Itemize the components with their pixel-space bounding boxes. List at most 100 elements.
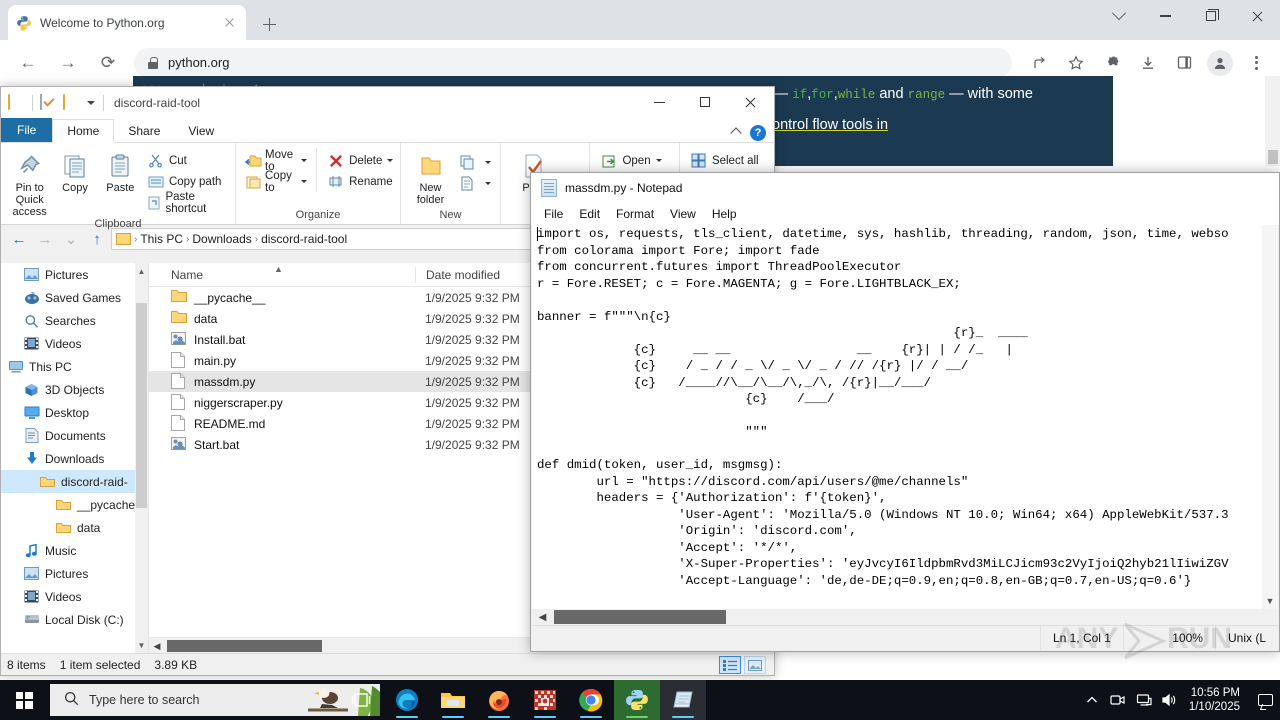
- copy-to-button[interactable]: Copy to: [242, 170, 310, 194]
- new-item-button[interactable]: [454, 152, 494, 173]
- profile-icon[interactable]: [1205, 48, 1235, 78]
- new-folder-button[interactable]: New folder: [407, 148, 454, 206]
- share-icon[interactable]: [1025, 48, 1055, 78]
- notepad-vertical-scrollbar[interactable]: ▼: [1262, 225, 1278, 609]
- nav-item-3d-objects[interactable]: 3D Objects: [1, 378, 148, 401]
- delete-button[interactable]: Delete: [323, 150, 396, 171]
- maximize-icon[interactable]: [1188, 0, 1234, 32]
- nav-item-music[interactable]: Music: [1, 539, 148, 562]
- column-header-name[interactable]: Name ▲: [149, 264, 415, 282]
- nav-item-videos[interactable]: Videos: [1, 585, 148, 608]
- minimize-icon[interactable]: [1142, 0, 1188, 32]
- breadcrumb-current-folder[interactable]: discord-raid-tool: [261, 232, 347, 246]
- python-icon[interactable]: [614, 680, 660, 720]
- tab-close-icon[interactable]: [222, 15, 238, 31]
- nav-item-downloads[interactable]: Downloads: [1, 447, 148, 470]
- firefox-icon[interactable]: [476, 680, 522, 720]
- chrome-icon[interactable]: [568, 680, 614, 720]
- customize-arrow-icon[interactable]: [87, 101, 95, 105]
- nav-item-local-disk-c[interactable]: Local Disk (C:): [1, 608, 148, 631]
- chevron-down-icon[interactable]: [301, 159, 308, 162]
- close-icon[interactable]: [728, 87, 774, 117]
- maximize-icon[interactable]: [682, 87, 728, 117]
- notepad-text-area[interactable]: import os, requests, tls_client, datetim…: [532, 225, 1278, 609]
- breadcrumb-this-pc[interactable]: This PC: [140, 232, 183, 246]
- menu-kebab-icon[interactable]: [1241, 48, 1271, 78]
- address-bar[interactable]: python.org: [134, 47, 1012, 78]
- large-icons-view-icon[interactable]: [744, 656, 766, 674]
- collapse-ribbon-icon[interactable]: [730, 127, 742, 139]
- download-icon[interactable]: [1133, 48, 1163, 78]
- pin-to-quick-access-button[interactable]: Pin to Quick access: [7, 148, 52, 218]
- chevron-down-icon[interactable]: [485, 161, 491, 164]
- forward-icon[interactable]: →: [50, 45, 86, 81]
- menu-help[interactable]: Help: [705, 205, 744, 223]
- menu-view[interactable]: View: [663, 205, 703, 223]
- network-icon[interactable]: [1131, 680, 1157, 720]
- taskbar-clock[interactable]: 10:56 PM 1/10/2025: [1183, 686, 1250, 714]
- nav-item-pictures[interactable]: Pictures: [1, 562, 148, 585]
- file-explorer-icon[interactable]: [430, 680, 476, 720]
- chevron-down-icon[interactable]: [301, 180, 308, 183]
- scroll-left-icon[interactable]: ◀: [534, 609, 551, 625]
- tab-file[interactable]: File: [1, 118, 53, 142]
- taskbar-search-input[interactable]: Type here to search: [50, 684, 380, 716]
- paste-button[interactable]: Paste: [98, 148, 143, 194]
- nav-item-searches[interactable]: Searches: [1, 309, 148, 332]
- nav-item-desktop[interactable]: Desktop: [1, 401, 148, 424]
- details-view-icon[interactable]: [719, 656, 741, 674]
- chevron-down-icon[interactable]: [387, 159, 394, 162]
- menu-edit[interactable]: Edit: [572, 205, 607, 223]
- task-view-icon[interactable]: [338, 680, 384, 720]
- sidepanel-icon[interactable]: [1169, 48, 1199, 78]
- scroll-thumb[interactable]: [167, 640, 322, 652]
- back-icon[interactable]: ←: [10, 45, 46, 81]
- page-scrollbar[interactable]: [1265, 76, 1280, 166]
- menu-file[interactable]: File: [537, 205, 570, 223]
- notepad-titlebar[interactable]: massdm.py - Notepad: [531, 173, 1279, 203]
- tab-view[interactable]: View: [174, 120, 228, 142]
- windows-start-icon[interactable]: [0, 680, 48, 720]
- nav-item-data[interactable]: data: [1, 516, 148, 539]
- new-folder-icon[interactable]: [63, 93, 80, 112]
- explorer-titlebar[interactable]: discord-raid-tool: [1, 87, 774, 119]
- star-icon[interactable]: [1061, 48, 1091, 78]
- help-icon[interactable]: ?: [750, 125, 766, 141]
- browser-tab[interactable]: Welcome to Python.org: [8, 5, 246, 40]
- copy-button[interactable]: Copy: [52, 148, 97, 194]
- nav-item-pycache[interactable]: __pycache_: [1, 493, 148, 516]
- nav-item-documents[interactable]: Documents: [1, 424, 148, 447]
- chevron-down-icon[interactable]: [655, 159, 662, 162]
- select-all-button[interactable]: Select all: [686, 150, 762, 171]
- reload-icon[interactable]: ⟳: [90, 45, 126, 81]
- copy-path-button[interactable]: Copy path: [143, 171, 229, 192]
- notification-center-icon[interactable]: [1250, 680, 1280, 720]
- show-hidden-icons-icon[interactable]: [1079, 680, 1105, 720]
- open-button[interactable]: Open: [596, 150, 664, 171]
- nav-item-discord-raid[interactable]: discord-raid-: [1, 470, 148, 493]
- nav-item-this-pc[interactable]: This PC: [1, 355, 148, 378]
- extensions-icon[interactable]: [1097, 48, 1127, 78]
- menu-format[interactable]: Format: [609, 205, 661, 223]
- paste-shortcut-button[interactable]: Paste shortcut: [143, 191, 229, 215]
- navigation-scrollbar[interactable]: ▲ ▼: [135, 263, 148, 653]
- camera-icon[interactable]: [1105, 680, 1131, 720]
- properties-check-icon[interactable]: [40, 93, 57, 112]
- tab-share[interactable]: Share: [114, 120, 174, 142]
- minimize-icon[interactable]: [636, 87, 682, 117]
- breadcrumb-downloads[interactable]: Downloads: [192, 232, 251, 246]
- easy-access-button[interactable]: [454, 173, 494, 194]
- rename-button[interactable]: Rename: [323, 171, 396, 192]
- nav-item-pictures[interactable]: Pictures: [1, 263, 148, 286]
- chevron-down-icon[interactable]: [1096, 0, 1142, 32]
- winrar-icon[interactable]: [522, 680, 568, 720]
- scroll-thumb[interactable]: [136, 303, 147, 508]
- scroll-down-icon[interactable]: ▼: [135, 637, 148, 653]
- volume-icon[interactable]: [1157, 680, 1183, 720]
- scroll-left-icon[interactable]: ◀: [149, 638, 165, 653]
- notepad-icon[interactable]: [660, 680, 706, 720]
- scroll-thumb[interactable]: [554, 610, 726, 624]
- close-icon[interactable]: [1234, 0, 1280, 32]
- cut-button[interactable]: Cut: [143, 150, 229, 171]
- new-tab-button[interactable]: [255, 10, 283, 38]
